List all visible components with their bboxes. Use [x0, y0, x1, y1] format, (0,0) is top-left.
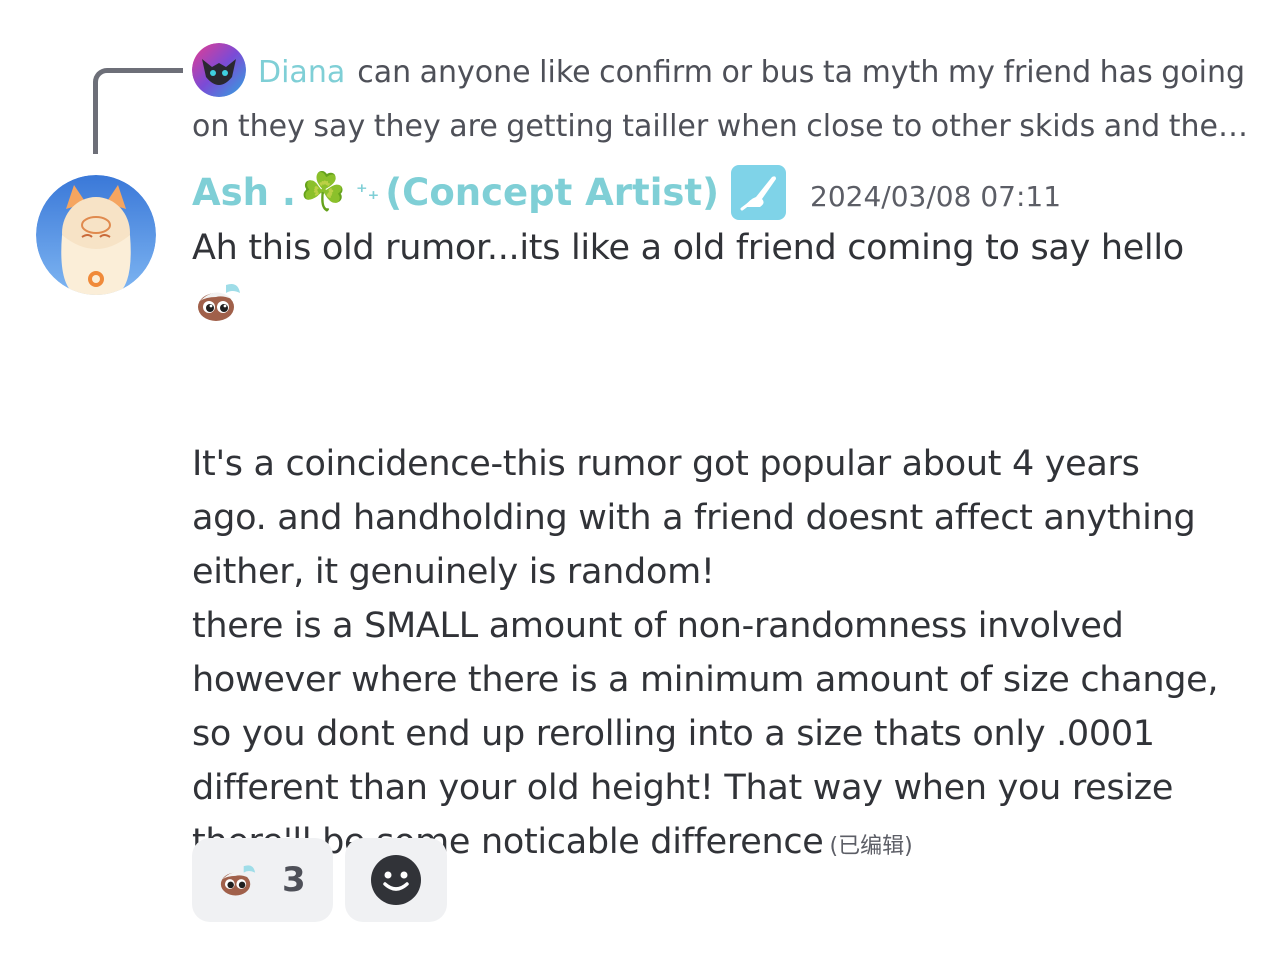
- message-line: there is a SMALL amount of non-randomnes…: [192, 606, 1124, 646]
- reaction-crying-face[interactable]: 3: [192, 838, 333, 922]
- role-icon[interactable]: [731, 164, 787, 220]
- author-title: (Concept Artist): [385, 170, 720, 214]
- reactions-bar: 3: [192, 838, 447, 922]
- message-header: Ash . ☘️ ⁺₊ (Concept Artist) 2024/03/08 …: [192, 164, 1061, 220]
- add-reaction-button[interactable]: [345, 838, 447, 922]
- sparkle-icon: ⁺₊: [356, 179, 380, 205]
- reaction-count: 3: [282, 860, 306, 900]
- message-line: Ah this old rumor...its like a old frien…: [192, 228, 1184, 268]
- reply-text: can anyone like confirm or bus ta myth m…: [192, 55, 1246, 144]
- reply-spine: [93, 68, 183, 154]
- message-line: It's a coincidence-this rumor got popula…: [192, 444, 1140, 484]
- reply-preview[interactable]: Diana can anyone like confirm or bus ta m…: [192, 46, 1252, 154]
- message-timestamp: 2024/03/08 07:11: [810, 179, 1062, 213]
- smiley-add-reaction-icon: [371, 855, 421, 905]
- author-avatar[interactable]: [36, 175, 156, 295]
- message-line: ago. and handholding with a friend doesn…: [192, 498, 1196, 538]
- crying-face-reaction-icon: [220, 865, 256, 896]
- message-line: different than your old height! That way…: [192, 768, 1174, 808]
- message-body: Ah this old rumor...its like a old frien…: [192, 221, 1262, 874]
- message-line: however where there is a minimum amount …: [192, 660, 1219, 700]
- message-line: either, it genuinely is random!: [192, 552, 715, 592]
- author-name[interactable]: Ash . ☘️ ⁺₊ (Concept Artist): [192, 170, 719, 214]
- edited-label: (已编辑): [829, 834, 913, 859]
- author-name-text: Ash .: [192, 170, 296, 214]
- clover-icon: ☘️: [299, 170, 347, 213]
- reply-author-name[interactable]: Diana: [258, 55, 345, 90]
- message-line: so you dont end up rerolling into a size…: [192, 714, 1155, 754]
- crying-face-emoji-icon: [192, 275, 246, 329]
